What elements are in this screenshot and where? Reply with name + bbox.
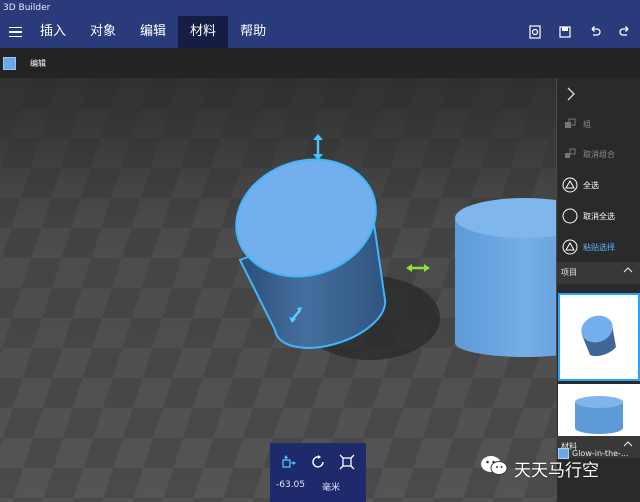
move-icon[interactable] [278, 451, 300, 473]
tab-edit[interactable]: 编辑 [128, 16, 178, 48]
tab-help[interactable]: 帮助 [228, 16, 278, 48]
deselect-all-command[interactable]: 取消全选 [557, 204, 640, 228]
redo-icon[interactable] [614, 21, 636, 43]
right-command-panel: 组 取消组合 全选 取消全选 粘贴选择 项目 材料 [556, 78, 640, 502]
save-icon[interactable] [554, 21, 576, 43]
group-icon [557, 118, 583, 130]
group-command: 组 [557, 112, 640, 136]
tab-materials[interactable]: 材料 [178, 16, 229, 48]
transform-value[interactable]: -63.05 [276, 480, 305, 490]
tab-object[interactable]: 对象 [78, 16, 128, 48]
paste-selection-icon [557, 239, 583, 255]
watermark: 天天马行空 [480, 452, 599, 484]
tab-insert[interactable]: 插入 [28, 16, 78, 48]
menu-bar: 插入 对象 编辑 材料 帮助 [0, 16, 640, 48]
transform-unit: 毫米 [322, 483, 341, 493]
scale-icon[interactable] [336, 451, 358, 473]
app-title: 3D Builder [3, 3, 51, 13]
toolstrip-label: 编辑 [30, 58, 46, 68]
item-thumbnail-selected[interactable] [558, 293, 640, 381]
item-thumbnail[interactable] [558, 384, 640, 436]
ungroup-command: 取消组合 [557, 142, 640, 166]
undo-icon[interactable] [584, 21, 606, 43]
deselect-all-icon [557, 208, 583, 224]
3d-viewport[interactable] [0, 78, 556, 502]
transform-toolbox: -63.05 毫米 [270, 443, 366, 502]
title-bar: 3D Builder [0, 0, 640, 16]
select-all-icon [557, 177, 583, 193]
collapse-panel-chevron-icon[interactable] [565, 86, 577, 105]
ungroup-icon [557, 148, 583, 160]
collapse-chevron-up-icon[interactable] [623, 262, 633, 284]
cylinder-object[interactable] [455, 198, 556, 357]
color-swatch[interactable] [3, 56, 16, 70]
paste-selection-command[interactable]: 粘贴选择 [557, 235, 640, 259]
watermark-text: 天天马行空 [514, 460, 599, 481]
app-window: 3D Builder 插入 对象 编辑 材料 帮助 编辑 组 取消组合 全选 取… [0, 0, 640, 502]
wechat-icon [480, 454, 508, 482]
screenshot-icon[interactable] [524, 21, 546, 43]
select-all-command[interactable]: 全选 [557, 173, 640, 197]
items-section-header[interactable]: 项目 [557, 262, 640, 284]
rotate-icon[interactable] [307, 451, 329, 473]
hamburger-menu-icon[interactable] [2, 16, 28, 48]
edit-toolstrip: 编辑 [0, 48, 640, 78]
